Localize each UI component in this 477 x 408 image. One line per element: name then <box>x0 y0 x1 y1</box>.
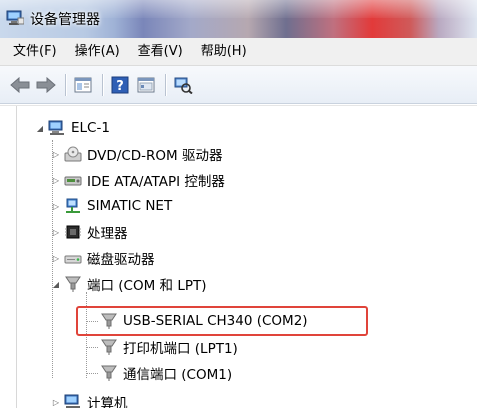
pane-left-border <box>16 106 17 408</box>
simatic-net-icon <box>64 197 82 215</box>
expand-arrow-icon[interactable]: ▷ <box>50 226 62 238</box>
tree-node-ports[interactable]: ◢ 端口 (COM 和 LPT) <box>50 272 207 296</box>
toolbar: ? <box>0 66 477 104</box>
toolbar-separator <box>65 73 66 96</box>
tree-child-lpt1[interactable]: 打印机端口 (LPT1) <box>100 335 238 359</box>
tree-node-simatic[interactable]: ▷ SIMATIC NET <box>50 194 172 218</box>
expand-arrow-icon[interactable]: ▷ <box>50 396 62 408</box>
highlight-box <box>76 306 368 336</box>
tree-node-label: SIMATIC NET <box>87 198 173 214</box>
properties-icon <box>137 77 155 92</box>
port-icon <box>100 364 118 382</box>
tree-node-dvd[interactable]: ▷ DVD/CD-ROM 驱动器 <box>50 142 222 166</box>
tree-node-label: 磁盘驱动器 <box>87 252 155 268</box>
tree-node-ide[interactable]: ▷ IDE ATA/ATAPI 控制器 <box>50 168 225 192</box>
forward-button[interactable] <box>34 73 58 97</box>
tree-node-label: 计算机 <box>87 396 128 408</box>
device-tree: ◢ ELC-1 ▷ DVD/CD-ROM 驱动器 ▷ IDE ATA/ATAPI… <box>0 105 477 408</box>
tree-child-label: 通信端口 (COM1) <box>123 367 233 383</box>
back-icon <box>10 76 30 93</box>
ide-controller-icon <box>64 171 82 189</box>
scan-hardware-icon <box>174 77 193 94</box>
expand-arrow-icon[interactable]: ▷ <box>50 200 62 212</box>
toolbar-separator <box>102 73 103 96</box>
menu-bar: 文件(F) 操作(A) 查看(V) 帮助(H) <box>0 38 477 66</box>
tree-connector <box>86 373 98 374</box>
toolbar-separator <box>165 73 166 96</box>
port-icon <box>64 275 82 293</box>
tree-node-label: DVD/CD-ROM 驱动器 <box>87 148 223 164</box>
tree-child-com1[interactable]: 通信端口 (COM1) <box>100 361 232 385</box>
disk-drive-icon <box>64 249 82 267</box>
expand-arrow-icon[interactable]: ▷ <box>50 174 62 186</box>
tree-root-label: ELC-1 <box>71 120 110 136</box>
port-icon <box>100 338 118 356</box>
processor-icon <box>64 223 82 241</box>
window-title: 设备管理器 <box>30 12 100 28</box>
expand-arrow-icon[interactable]: ▷ <box>50 252 62 264</box>
menu-help[interactable]: 帮助(H) <box>192 38 256 66</box>
expand-arrow-icon[interactable]: ▷ <box>50 148 62 160</box>
computer-root-icon <box>48 119 66 137</box>
show-hide-console-tree-icon <box>74 77 92 92</box>
title-bar: 设备管理器 <box>0 0 477 38</box>
tree-node-label: 端口 (COM 和 LPT) <box>87 278 207 294</box>
forward-icon <box>36 76 56 93</box>
svg-text:?: ? <box>116 79 124 94</box>
tree-node-processor[interactable]: ▷ 处理器 <box>50 220 128 244</box>
menu-view[interactable]: 查看(V) <box>129 38 192 66</box>
tree-node-label: 处理器 <box>87 226 128 242</box>
properties-button[interactable] <box>134 73 158 97</box>
console-tree-button[interactable] <box>71 73 95 97</box>
menu-file[interactable]: 文件(F) <box>4 38 66 66</box>
tree-node-label: IDE ATA/ATAPI 控制器 <box>87 174 225 190</box>
menu-action[interactable]: 操作(A) <box>66 38 129 66</box>
device-manager-icon <box>6 10 24 25</box>
dvd-drive-icon <box>64 145 82 163</box>
tree-child-label: 打印机端口 (LPT1) <box>123 341 238 357</box>
scan-hardware-button[interactable] <box>171 73 195 97</box>
tree-root[interactable]: ◢ ELC-1 <box>34 116 110 140</box>
collapse-arrow-icon[interactable]: ◢ <box>50 278 62 290</box>
computer-icon <box>64 393 82 408</box>
tree-node-computer[interactable]: ▷ 计算机 <box>50 390 128 408</box>
back-button[interactable] <box>8 73 32 97</box>
tree-node-disk[interactable]: ▷ 磁盘驱动器 <box>50 246 155 270</box>
collapse-arrow-icon[interactable]: ◢ <box>34 122 46 134</box>
help-button[interactable]: ? <box>108 73 132 97</box>
tree-connector <box>86 347 98 348</box>
help-icon: ? <box>111 76 129 94</box>
